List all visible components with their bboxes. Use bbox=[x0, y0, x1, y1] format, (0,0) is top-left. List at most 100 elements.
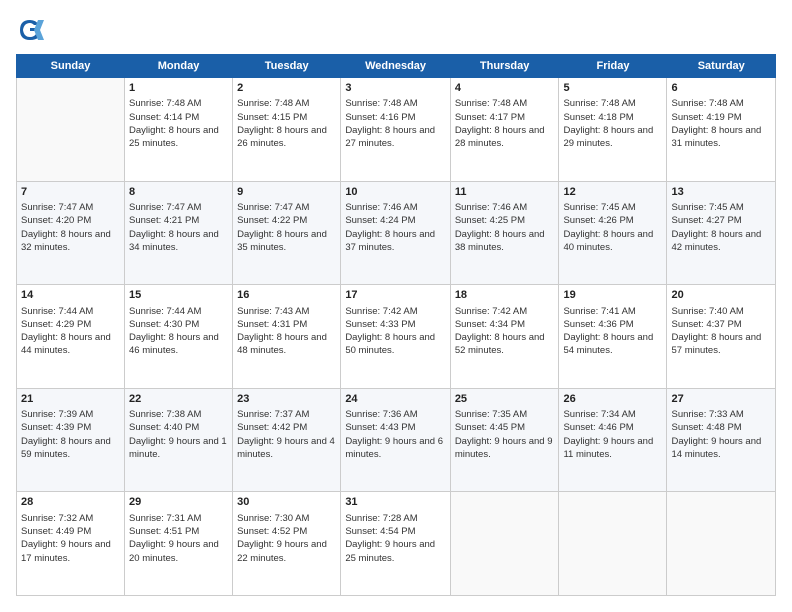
daylight-text: Daylight: 8 hours and 54 minutes. bbox=[563, 332, 653, 356]
daylight-text: Daylight: 9 hours and 17 minutes. bbox=[21, 539, 111, 563]
calendar-day-cell bbox=[17, 78, 125, 182]
sunrise-text: Sunrise: 7:28 AM bbox=[345, 513, 417, 524]
sunrise-text: Sunrise: 7:48 AM bbox=[455, 98, 527, 109]
sunset-text: Sunset: 4:16 PM bbox=[345, 112, 415, 123]
sunset-text: Sunset: 4:40 PM bbox=[129, 422, 199, 433]
day-number: 20 bbox=[671, 288, 771, 303]
sunset-text: Sunset: 4:43 PM bbox=[345, 422, 415, 433]
calendar-day-cell: 8Sunrise: 7:47 AMSunset: 4:21 PMDaylight… bbox=[125, 181, 233, 285]
calendar-day-cell: 6Sunrise: 7:48 AMSunset: 4:19 PMDaylight… bbox=[667, 78, 776, 182]
calendar-day-cell: 26Sunrise: 7:34 AMSunset: 4:46 PMDayligh… bbox=[559, 388, 667, 492]
calendar-day-cell: 20Sunrise: 7:40 AMSunset: 4:37 PMDayligh… bbox=[667, 285, 776, 389]
sunset-text: Sunset: 4:17 PM bbox=[455, 112, 525, 123]
calendar-day-cell: 18Sunrise: 7:42 AMSunset: 4:34 PMDayligh… bbox=[450, 285, 559, 389]
daylight-text: Daylight: 8 hours and 32 minutes. bbox=[21, 229, 111, 253]
day-number: 21 bbox=[21, 392, 120, 407]
sunset-text: Sunset: 4:54 PM bbox=[345, 526, 415, 537]
calendar-day-cell: 24Sunrise: 7:36 AMSunset: 4:43 PMDayligh… bbox=[341, 388, 451, 492]
day-number: 14 bbox=[21, 288, 120, 303]
sunset-text: Sunset: 4:46 PM bbox=[563, 422, 633, 433]
calendar-day-cell: 9Sunrise: 7:47 AMSunset: 4:22 PMDaylight… bbox=[233, 181, 341, 285]
sunrise-text: Sunrise: 7:31 AM bbox=[129, 513, 201, 524]
calendar-day-cell bbox=[667, 492, 776, 596]
sunset-text: Sunset: 4:25 PM bbox=[455, 215, 525, 226]
day-number: 27 bbox=[671, 392, 771, 407]
calendar-day-cell: 30Sunrise: 7:30 AMSunset: 4:52 PMDayligh… bbox=[233, 492, 341, 596]
calendar-day-cell: 28Sunrise: 7:32 AMSunset: 4:49 PMDayligh… bbox=[17, 492, 125, 596]
sunrise-text: Sunrise: 7:38 AM bbox=[129, 409, 201, 420]
calendar-week-row: 1Sunrise: 7:48 AMSunset: 4:14 PMDaylight… bbox=[17, 78, 776, 182]
calendar-day-cell: 11Sunrise: 7:46 AMSunset: 4:25 PMDayligh… bbox=[450, 181, 559, 285]
day-number: 24 bbox=[345, 392, 446, 407]
daylight-text: Daylight: 8 hours and 42 minutes. bbox=[671, 229, 761, 253]
calendar-day-cell: 27Sunrise: 7:33 AMSunset: 4:48 PMDayligh… bbox=[667, 388, 776, 492]
day-number: 26 bbox=[563, 392, 662, 407]
calendar-day-cell: 10Sunrise: 7:46 AMSunset: 4:24 PMDayligh… bbox=[341, 181, 451, 285]
header bbox=[16, 16, 776, 44]
daylight-text: Daylight: 8 hours and 35 minutes. bbox=[237, 229, 327, 253]
calendar-day-cell bbox=[450, 492, 559, 596]
header-row: SundayMondayTuesdayWednesdayThursdayFrid… bbox=[17, 55, 776, 78]
day-header: Thursday bbox=[450, 55, 559, 78]
sunset-text: Sunset: 4:36 PM bbox=[563, 319, 633, 330]
sunrise-text: Sunrise: 7:48 AM bbox=[129, 98, 201, 109]
sunset-text: Sunset: 4:18 PM bbox=[563, 112, 633, 123]
calendar-day-cell: 29Sunrise: 7:31 AMSunset: 4:51 PMDayligh… bbox=[125, 492, 233, 596]
day-number: 16 bbox=[237, 288, 336, 303]
sunrise-text: Sunrise: 7:34 AM bbox=[563, 409, 635, 420]
sunrise-text: Sunrise: 7:47 AM bbox=[129, 202, 201, 213]
day-number: 30 bbox=[237, 495, 336, 510]
daylight-text: Daylight: 8 hours and 27 minutes. bbox=[345, 125, 435, 149]
sunrise-text: Sunrise: 7:33 AM bbox=[671, 409, 743, 420]
calendar-day-cell: 5Sunrise: 7:48 AMSunset: 4:18 PMDaylight… bbox=[559, 78, 667, 182]
sunset-text: Sunset: 4:20 PM bbox=[21, 215, 91, 226]
sunset-text: Sunset: 4:14 PM bbox=[129, 112, 199, 123]
sunset-text: Sunset: 4:29 PM bbox=[21, 319, 91, 330]
sunset-text: Sunset: 4:49 PM bbox=[21, 526, 91, 537]
day-number: 29 bbox=[129, 495, 228, 510]
calendar-day-cell: 17Sunrise: 7:42 AMSunset: 4:33 PMDayligh… bbox=[341, 285, 451, 389]
day-number: 22 bbox=[129, 392, 228, 407]
calendar-day-cell: 13Sunrise: 7:45 AMSunset: 4:27 PMDayligh… bbox=[667, 181, 776, 285]
daylight-text: Daylight: 9 hours and 4 minutes. bbox=[237, 436, 335, 460]
day-number: 10 bbox=[345, 185, 446, 200]
daylight-text: Daylight: 9 hours and 20 minutes. bbox=[129, 539, 219, 563]
calendar-day-cell bbox=[559, 492, 667, 596]
sunset-text: Sunset: 4:48 PM bbox=[671, 422, 741, 433]
calendar-day-cell: 21Sunrise: 7:39 AMSunset: 4:39 PMDayligh… bbox=[17, 388, 125, 492]
day-header: Wednesday bbox=[341, 55, 451, 78]
daylight-text: Daylight: 9 hours and 6 minutes. bbox=[345, 436, 443, 460]
sunset-text: Sunset: 4:27 PM bbox=[671, 215, 741, 226]
daylight-text: Daylight: 9 hours and 25 minutes. bbox=[345, 539, 435, 563]
calendar-table: SundayMondayTuesdayWednesdayThursdayFrid… bbox=[16, 54, 776, 596]
day-number: 17 bbox=[345, 288, 446, 303]
day-header: Tuesday bbox=[233, 55, 341, 78]
sunrise-text: Sunrise: 7:43 AM bbox=[237, 306, 309, 317]
logo-icon bbox=[16, 16, 44, 44]
day-number: 7 bbox=[21, 185, 120, 200]
calendar-day-cell: 19Sunrise: 7:41 AMSunset: 4:36 PMDayligh… bbox=[559, 285, 667, 389]
calendar-day-cell: 1Sunrise: 7:48 AMSunset: 4:14 PMDaylight… bbox=[125, 78, 233, 182]
day-number: 18 bbox=[455, 288, 555, 303]
day-number: 6 bbox=[671, 81, 771, 96]
day-number: 11 bbox=[455, 185, 555, 200]
day-number: 9 bbox=[237, 185, 336, 200]
day-number: 28 bbox=[21, 495, 120, 510]
sunrise-text: Sunrise: 7:44 AM bbox=[129, 306, 201, 317]
sunrise-text: Sunrise: 7:48 AM bbox=[563, 98, 635, 109]
sunset-text: Sunset: 4:30 PM bbox=[129, 319, 199, 330]
day-number: 8 bbox=[129, 185, 228, 200]
sunrise-text: Sunrise: 7:37 AM bbox=[237, 409, 309, 420]
daylight-text: Daylight: 8 hours and 44 minutes. bbox=[21, 332, 111, 356]
sunset-text: Sunset: 4:37 PM bbox=[671, 319, 741, 330]
sunrise-text: Sunrise: 7:45 AM bbox=[563, 202, 635, 213]
daylight-text: Daylight: 8 hours and 26 minutes. bbox=[237, 125, 327, 149]
sunset-text: Sunset: 4:22 PM bbox=[237, 215, 307, 226]
sunrise-text: Sunrise: 7:42 AM bbox=[455, 306, 527, 317]
sunset-text: Sunset: 4:19 PM bbox=[671, 112, 741, 123]
calendar-day-cell: 22Sunrise: 7:38 AMSunset: 4:40 PMDayligh… bbox=[125, 388, 233, 492]
day-number: 25 bbox=[455, 392, 555, 407]
sunrise-text: Sunrise: 7:48 AM bbox=[237, 98, 309, 109]
calendar-day-cell: 16Sunrise: 7:43 AMSunset: 4:31 PMDayligh… bbox=[233, 285, 341, 389]
day-number: 3 bbox=[345, 81, 446, 96]
